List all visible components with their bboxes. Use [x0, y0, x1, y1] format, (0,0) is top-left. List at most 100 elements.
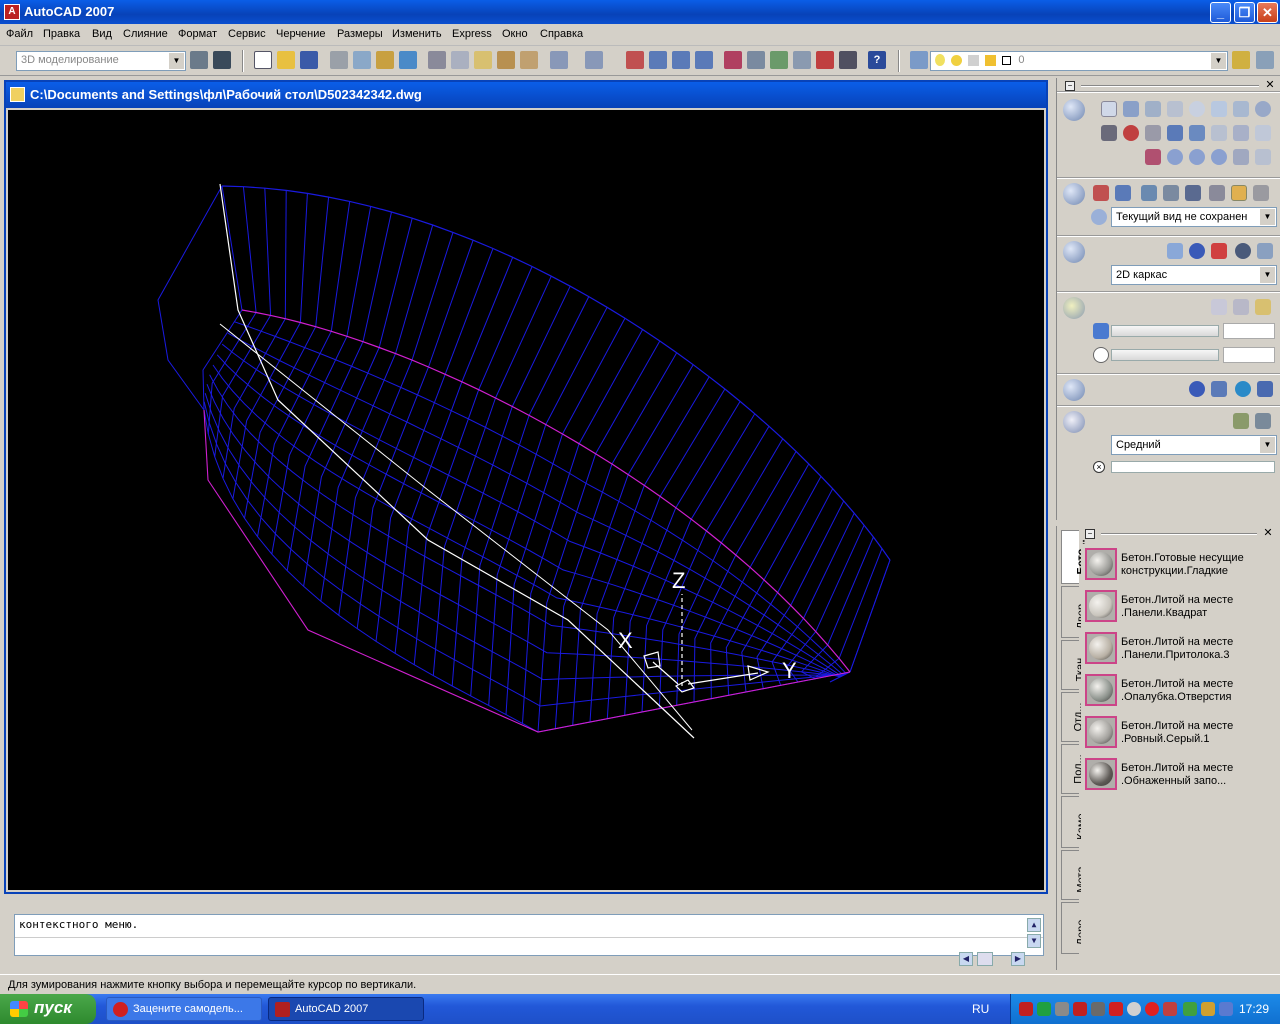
chevron-down-icon[interactable]: ▼: [169, 53, 184, 69]
block-editor-icon[interactable]: [520, 51, 538, 69]
undo-icon[interactable]: [550, 51, 568, 69]
tool-palettes-icon[interactable]: [770, 51, 788, 69]
new-file-icon[interactable]: [254, 51, 272, 69]
menu-help[interactable]: Справка: [540, 28, 583, 40]
language-indicator[interactable]: RU: [972, 1002, 989, 1016]
network-icon[interactable]: [1055, 1002, 1069, 1016]
menu-edit[interactable]: Правка: [43, 28, 80, 40]
loft-icon[interactable]: [1211, 125, 1227, 141]
subtract-icon[interactable]: [1189, 149, 1205, 165]
workspace-save-icon[interactable]: [213, 51, 231, 69]
copy-icon[interactable]: [451, 51, 469, 69]
design-center-icon[interactable]: [747, 51, 765, 69]
presspull-icon[interactable]: [1233, 125, 1249, 141]
render-icon[interactable]: [1233, 413, 1249, 429]
tab-masonry[interactable]: Каме...: [1061, 796, 1088, 848]
tab-metals[interactable]: Мета...: [1061, 850, 1088, 900]
model-space-canvas[interactable]: Z Y X: [8, 110, 1044, 890]
tab-finishes[interactable]: Отд...: [1061, 692, 1084, 742]
print-preview-icon[interactable]: [353, 51, 371, 69]
layer-previous-icon[interactable]: [1256, 51, 1274, 69]
section-plane-icon[interactable]: [1255, 149, 1271, 165]
scroll-left-icon[interactable]: ◀: [959, 952, 973, 966]
scroll-down-icon[interactable]: ▼: [1027, 934, 1041, 948]
edge-settings-icon[interactable]: [1257, 243, 1273, 259]
menu-tools[interactable]: Сервис: [228, 28, 266, 40]
command-hscroll[interactable]: ◀ ▶: [959, 950, 1025, 966]
spot-light-icon[interactable]: [1233, 299, 1249, 315]
named-view-combo[interactable]: Текущий вид не сохранен ▼: [1111, 207, 1277, 227]
print-icon[interactable]: [330, 51, 348, 69]
cone-tool-icon[interactable]: [1167, 101, 1183, 117]
material-item[interactable]: Бетон.Литой на месте .Панели.Притолока.3: [1083, 628, 1279, 670]
menu-format[interactable]: Формат: [178, 28, 217, 40]
revolve-icon[interactable]: [1167, 125, 1183, 141]
view-back-icon[interactable]: [1091, 209, 1107, 225]
chevron-down-icon[interactable]: ▼: [1211, 53, 1226, 69]
sheet-set-icon[interactable]: [793, 51, 811, 69]
command-input-line[interactable]: [15, 937, 1043, 938]
media-icon[interactable]: [1163, 1002, 1177, 1016]
zoom-previous-icon[interactable]: [695, 51, 713, 69]
render-quality-combo[interactable]: Средний ▼: [1111, 435, 1277, 455]
security-icon[interactable]: [1109, 1002, 1123, 1016]
pyramid-tool-icon[interactable]: [1233, 101, 1249, 117]
help-icon[interactable]: ?: [868, 51, 886, 69]
pan-icon[interactable]: [626, 51, 644, 69]
render-window-icon[interactable]: [1255, 413, 1271, 429]
material-item[interactable]: Бетон.Литой на месте .Панели.Квадрат: [1083, 586, 1279, 628]
3d-wireframe-icon[interactable]: [1167, 243, 1183, 259]
menu-dimensions[interactable]: Размеры: [337, 28, 383, 40]
menu-window[interactable]: Окно: [502, 28, 528, 40]
texture-icon[interactable]: [1257, 381, 1273, 397]
wedge-tool-icon[interactable]: [1145, 101, 1161, 117]
autocad-app-icon[interactable]: A: [4, 4, 20, 20]
layer-combo[interactable]: 0 ▼: [930, 51, 1228, 71]
open-file-icon[interactable]: [277, 51, 295, 69]
torus-tool-icon[interactable]: [1255, 101, 1271, 117]
tab-doors[interactable]: Двер...: [1061, 586, 1087, 638]
make-object-layer-current-icon[interactable]: [1232, 51, 1250, 69]
date-value[interactable]: [1223, 323, 1275, 339]
visual-styles-icon[interactable]: [1063, 241, 1085, 263]
material-mapping-icon[interactable]: [1211, 381, 1227, 397]
realistic-style-icon[interactable]: [1189, 243, 1205, 259]
chevron-down-icon[interactable]: ▼: [1260, 437, 1275, 453]
clock-icon[interactable]: [1093, 347, 1109, 363]
disk-icon[interactable]: [1127, 1002, 1141, 1016]
minimize-button[interactable]: _: [1210, 2, 1231, 23]
command-history[interactable]: контекстного меню. ▲ ▼: [14, 914, 1044, 956]
polysolid-icon[interactable]: [1145, 149, 1161, 165]
start-button[interactable]: пуск: [0, 994, 96, 1024]
drawing-file-icon[interactable]: [10, 87, 25, 102]
save-icon[interactable]: [300, 51, 318, 69]
3d-make-icon[interactable]: [1063, 99, 1085, 121]
light-list-icon[interactable]: [1255, 299, 1271, 315]
conceptual-style-icon[interactable]: [1211, 243, 1227, 259]
sphere-tool-icon[interactable]: [1189, 101, 1205, 117]
continuous-orbit-icon[interactable]: [1185, 185, 1201, 201]
workspace-combo[interactable]: 3D моделирование ▼: [16, 51, 186, 71]
3d-navigate-icon[interactable]: [1063, 183, 1085, 205]
quickcalc-icon[interactable]: [839, 51, 857, 69]
redo-icon[interactable]: [585, 51, 603, 69]
opera-tray-icon[interactable]: [1145, 1002, 1159, 1016]
3d-orbit-icon[interactable]: [1141, 185, 1157, 201]
markup-icon[interactable]: [816, 51, 834, 69]
materials-window-icon[interactable]: [1189, 381, 1205, 397]
3d-pan-icon[interactable]: [1093, 185, 1109, 201]
scroll-up-icon[interactable]: ▲: [1027, 918, 1041, 932]
perspective-icon[interactable]: [1231, 185, 1247, 201]
workspace-settings-icon[interactable]: [190, 51, 208, 69]
calendar-icon[interactable]: [1093, 323, 1109, 339]
close-palette-icon[interactable]: ✕: [1265, 80, 1275, 91]
zoom-realtime-icon[interactable]: [649, 51, 667, 69]
materials-icon[interactable]: [1063, 379, 1085, 401]
intersect-icon[interactable]: [1211, 149, 1227, 165]
icq-icon[interactable]: [1037, 1002, 1051, 1016]
chevron-down-icon[interactable]: ▼: [1260, 209, 1275, 225]
volume-icon[interactable]: [1219, 1002, 1233, 1016]
time-slider[interactable]: [1111, 349, 1219, 361]
palette-grip[interactable]: − ✕: [1061, 80, 1277, 92]
visual-style-combo[interactable]: 2D каркас ▼: [1111, 265, 1277, 285]
